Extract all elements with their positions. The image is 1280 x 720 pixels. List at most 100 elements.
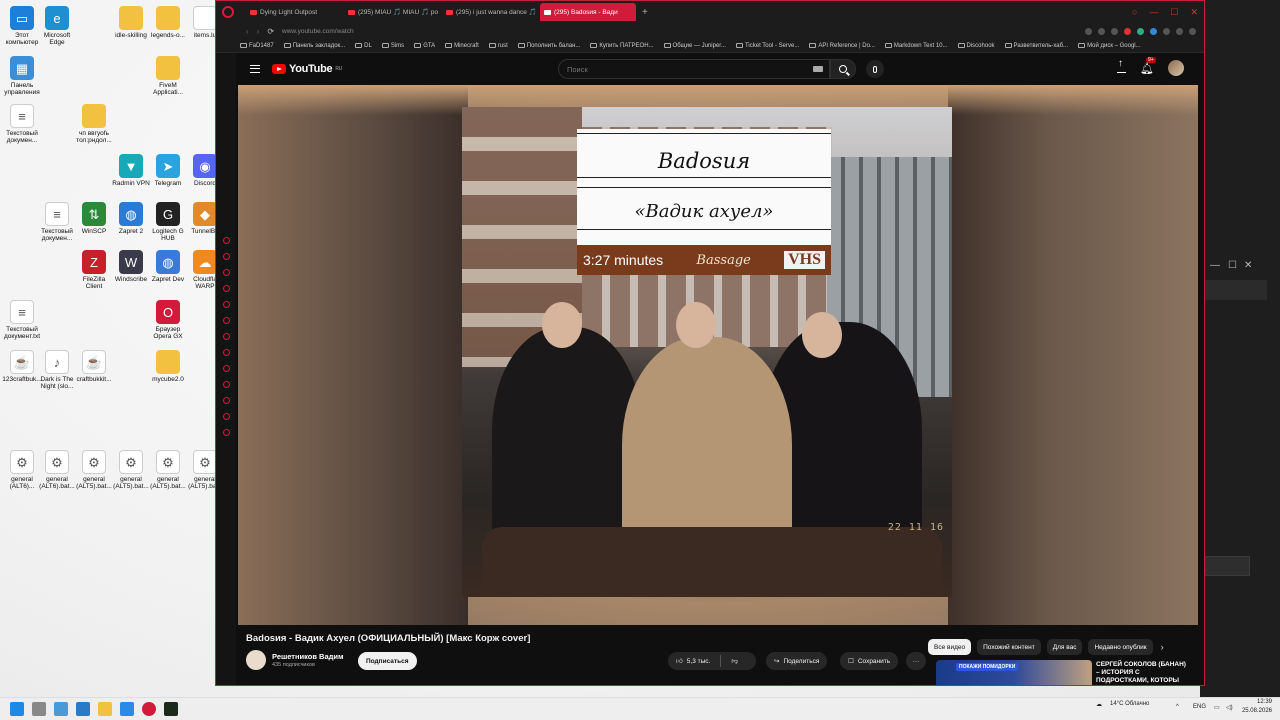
recommended-video[interactable]: ПОКАЖИ ПОМИДОРКИ СЕРГЕЙ СОКОЛОВ (БАНАН) … xyxy=(936,660,1186,685)
desktop-icon[interactable]: ☕ 123craftbuk... xyxy=(2,350,42,383)
search-button[interactable] xyxy=(830,59,856,79)
save-button[interactable]: ☐ Сохранить xyxy=(840,652,899,670)
desktop-icon[interactable]: ⚙ general (ALT6)... xyxy=(2,450,42,490)
video-player[interactable]: Badosия «Вадик ахуел» 3:27 minutes Bassa… xyxy=(238,85,1198,625)
desktop-icon[interactable]: ⚙ general (ALT5).bat... xyxy=(111,450,151,490)
dislike-icon[interactable]: 👎︎ xyxy=(731,657,738,665)
widgets-icon[interactable] xyxy=(76,702,90,716)
sidebar-app-icon[interactable] xyxy=(222,429,230,436)
bookmark-item[interactable]: Пополнить балан... xyxy=(517,43,580,49)
bookmark-item[interactable]: Общие — Juniper... xyxy=(663,43,726,49)
task-view-icon[interactable] xyxy=(54,702,68,716)
bookmark-item[interactable]: Markdown Text 10... xyxy=(884,43,948,49)
bookmark-item[interactable]: rust xyxy=(488,43,508,49)
minimize-icon[interactable]: — xyxy=(1149,7,1158,18)
desktop-icon[interactable]: ➤ Telegram xyxy=(148,154,188,187)
bookmark-item[interactable]: Ticket Tool - Serve... xyxy=(735,43,799,49)
chip-similar[interactable]: Похожий контент xyxy=(977,639,1041,655)
ai-icon[interactable] xyxy=(1189,27,1196,35)
chip-all[interactable]: Все видео xyxy=(928,639,972,655)
desktop-icon[interactable]: ♪ Dark is The Night (slo... xyxy=(37,350,77,390)
desktop-icon[interactable]: ⚙ general (ALT5).bat... xyxy=(148,450,188,490)
extension-icon[interactable] xyxy=(1137,27,1144,35)
desktop-icon[interactable]: idle-skilling xyxy=(111,6,151,39)
extension-icon[interactable] xyxy=(1150,27,1157,35)
chip-recent[interactable]: Недавно опублик xyxy=(1088,639,1153,655)
subscribe-button[interactable]: Подписаться xyxy=(358,652,417,670)
bookmark-item[interactable]: FaD1487 xyxy=(240,43,274,49)
desktop-icon[interactable]: G Logitech G HUB xyxy=(148,202,188,242)
keyboard-icon[interactable] xyxy=(813,66,823,72)
bookmark-item[interactable]: GTA xyxy=(414,43,435,49)
extension-icon[interactable] xyxy=(1176,27,1183,35)
sidebar-app-icon[interactable] xyxy=(222,381,230,388)
voice-search-button[interactable] xyxy=(866,60,884,78)
sidebar-app-icon[interactable] xyxy=(222,317,230,324)
search-input[interactable] xyxy=(567,64,767,74)
desktop-icon[interactable]: e Microsoft Edge xyxy=(37,6,77,46)
clock-time[interactable]: 12:39 xyxy=(1242,699,1272,705)
sidebar-app-icon[interactable] xyxy=(222,333,230,340)
desktop-icon[interactable]: W Windscribe xyxy=(111,250,151,283)
chevron-right-icon[interactable]: › xyxy=(1161,642,1164,652)
opera-gx-icon[interactable] xyxy=(142,702,156,716)
opera-gx-icon[interactable] xyxy=(222,6,234,18)
terminal-icon[interactable] xyxy=(164,702,178,716)
network-icon[interactable]: ▭ xyxy=(1214,704,1220,711)
like-icon[interactable]: 👍︎ xyxy=(676,657,683,665)
start-icon[interactable] xyxy=(10,702,24,716)
chevron-up-icon[interactable]: ^ xyxy=(1176,704,1179,710)
clock-date[interactable]: 25.08.2026 xyxy=(1238,708,1272,714)
file-explorer-icon[interactable] xyxy=(98,702,112,716)
chip-for-you[interactable]: Для вас xyxy=(1046,639,1083,655)
bookmark-item[interactable]: API Reference | Do... xyxy=(809,43,875,49)
tab-3-active[interactable]: (295) Badosия - Вади xyxy=(540,3,636,21)
bookmark-item[interactable]: DL xyxy=(355,43,372,49)
sidebar-app-icon[interactable] xyxy=(222,237,230,244)
sidebar-app-icon[interactable] xyxy=(222,413,230,420)
desktop-icon[interactable]: чп ввгуоfь тол:рндол... xyxy=(74,104,114,144)
desktop-icon[interactable]: ◍ Zapret 2 xyxy=(111,202,151,235)
desktop-icon[interactable]: O Браузер Opera GX xyxy=(148,300,188,340)
close-icon[interactable]: ✕ xyxy=(1190,7,1198,18)
app-icon[interactable] xyxy=(120,702,134,716)
reload-icon[interactable]: ⟳ xyxy=(267,27,274,36)
like-count[interactable]: 5,3 тыс. xyxy=(687,658,711,665)
desktop-icon[interactable]: ≡ Текстовый докумен... xyxy=(2,104,42,144)
tab-1[interactable]: (295) MIAU 🎵 MIAU 🎵 ро xyxy=(344,3,440,21)
new-tab-icon[interactable]: + xyxy=(642,7,648,18)
rec-thumbnail[interactable]: ПОКАЖИ ПОМИДОРКИ xyxy=(936,660,1092,685)
sidebar-app-icon[interactable] xyxy=(222,397,230,404)
youtube-logo[interactable]: YouTube RU xyxy=(272,63,342,75)
share-button[interactable]: ↪ Поделиться xyxy=(766,652,828,670)
sidebar-app-icon[interactable] xyxy=(222,269,230,276)
desktop-icon[interactable]: ▼ Radmin VPN xyxy=(111,154,151,187)
search-tabs-icon[interactable]: ○ xyxy=(1132,7,1137,18)
more-actions-button[interactable]: ··· xyxy=(906,652,926,670)
weather-text[interactable]: 14°C Облачно xyxy=(1110,701,1156,708)
bookmark-item[interactable]: Разветвитель-хаб... xyxy=(1004,43,1068,49)
bookmark-item[interactable]: Мой диск – Googl... xyxy=(1078,43,1141,49)
bookmark-item[interactable]: Sims xyxy=(381,43,404,49)
desktop-icon[interactable]: mycube2.0 xyxy=(148,350,188,383)
minimize-icon[interactable]: — xyxy=(1210,260,1220,271)
extension-icon[interactable] xyxy=(1163,27,1170,35)
sidebar-app-icon[interactable] xyxy=(222,253,230,260)
extension-icon[interactable] xyxy=(1124,27,1131,35)
extension-icon[interactable] xyxy=(1098,27,1105,35)
rec-title[interactable]: СЕРГЕЙ СОКОЛОВ (БАНАН) – ИСТОРИЯ С ПОДРО… xyxy=(1096,661,1191,685)
extension-icon[interactable] xyxy=(1085,27,1092,35)
menu-icon[interactable] xyxy=(250,65,260,73)
desktop-icon[interactable]: ≡ Текстовый документ.txt xyxy=(2,300,42,340)
desktop-icon[interactable]: ☕ craftbukkit... xyxy=(74,350,114,383)
desktop-icon[interactable]: ⚙ general (ALT6).bat... xyxy=(37,450,77,490)
volume-icon[interactable]: ◁) xyxy=(1226,704,1233,711)
sidebar-app-icon[interactable] xyxy=(222,365,230,372)
maximize-icon[interactable]: ☐ xyxy=(1170,7,1178,18)
sidebar-app-icon[interactable] xyxy=(222,285,230,292)
desktop-icon[interactable]: ⚙ general (ALT5).bat... xyxy=(74,450,114,490)
upload-icon[interactable] xyxy=(1117,58,1127,73)
bookmark-item[interactable]: Панель закладок... xyxy=(283,43,345,49)
url-field[interactable]: www.youtube.com/watch xyxy=(282,28,354,35)
desktop-icon[interactable]: ▦ Панель управления xyxy=(2,56,42,96)
